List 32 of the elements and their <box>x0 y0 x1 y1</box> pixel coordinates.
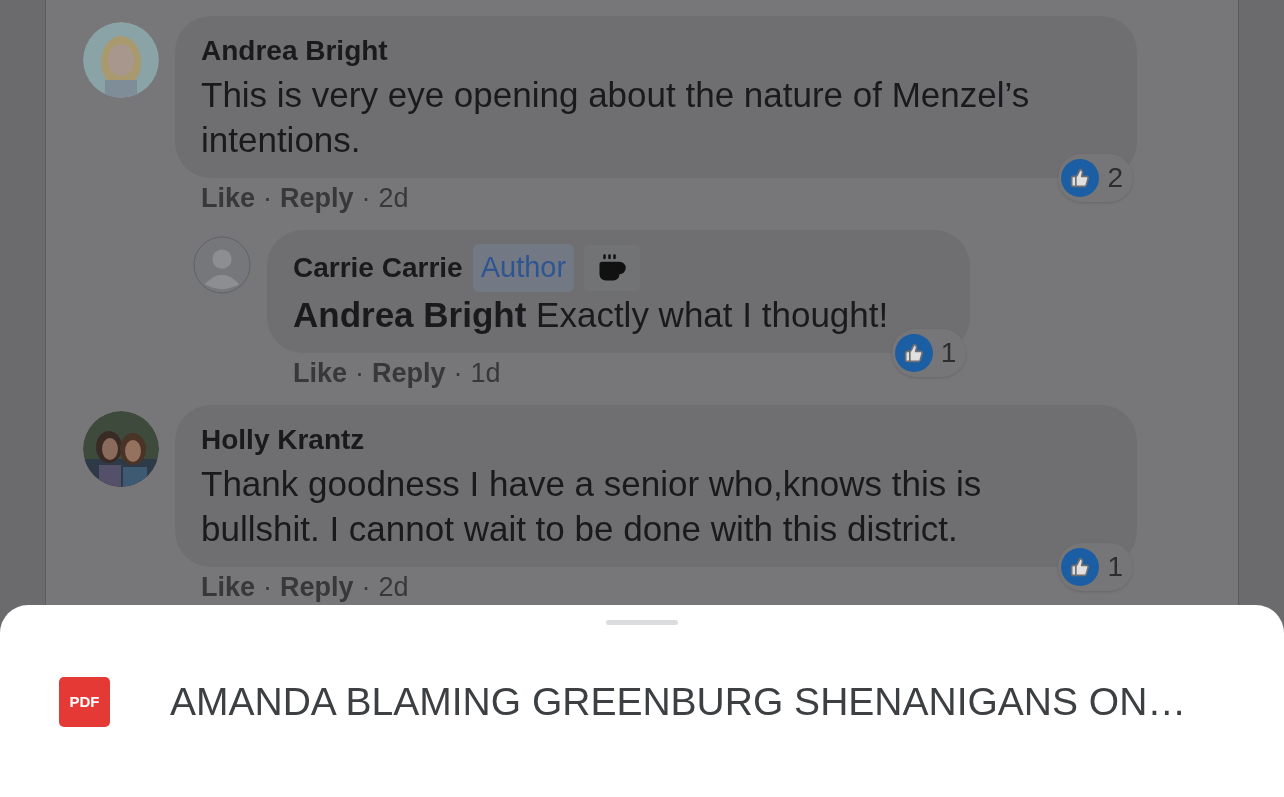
action-link[interactable]: Reply <box>372 354 446 391</box>
author-name[interactable]: Holly Krantz <box>201 418 365 461</box>
separator: · <box>361 570 371 604</box>
pdf-file-icon: PDF <box>59 677 110 727</box>
separator: · <box>355 356 365 390</box>
coffee-icon <box>584 244 641 291</box>
like-icon <box>894 333 933 372</box>
action-link[interactable]: Like <box>201 180 256 216</box>
separator: · <box>263 570 273 604</box>
timestamp: 1d <box>470 356 501 390</box>
drag-handle[interactable] <box>606 620 678 625</box>
action-link[interactable]: Reply <box>280 568 354 605</box>
action-link[interactable]: Reply <box>280 180 354 216</box>
separator: · <box>361 182 371 215</box>
reaction-count[interactable]: 1 <box>891 328 967 377</box>
reaction-count[interactable]: 2 <box>1058 154 1133 202</box>
comment-text: Thank goodness I have a senior who,knows this is bullshit. I cannot wait to be done with this district. <box>201 462 983 550</box>
file-title: AMANDA BLAMING GREENBURG SHENANIGANS ON… <box>170 678 1187 725</box>
timestamp: 2d <box>378 570 409 604</box>
author-name[interactable]: Andrea Bright <box>201 30 388 72</box>
reaction-count[interactable]: 1 <box>1058 542 1133 591</box>
action-link[interactable]: Like <box>293 354 348 391</box>
comment-text: Andrea Bright Exactly what I thought! <box>293 293 889 336</box>
separator: · <box>263 182 273 215</box>
like-icon <box>1061 159 1100 197</box>
action-link[interactable]: Like <box>201 568 256 605</box>
separator: · <box>453 356 463 390</box>
comment-text: This is very eye opening about the nature of Menzel’s intentions. <box>201 74 1031 161</box>
like-icon <box>1061 547 1100 586</box>
author-name[interactable]: Carrie Carrie <box>293 246 463 289</box>
timestamp: 2d <box>378 182 409 215</box>
author-badge: Author <box>472 244 575 292</box>
